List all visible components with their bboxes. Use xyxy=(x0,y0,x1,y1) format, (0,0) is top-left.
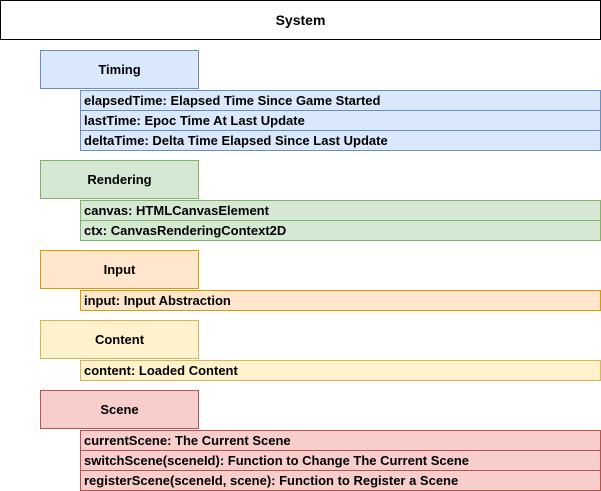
scene-field-register-scene: registerScene(sceneId, scene): Function … xyxy=(80,470,601,491)
content-header: Content xyxy=(40,320,199,359)
input-field-input: input: Input Abstraction xyxy=(80,290,601,311)
content-field-content: content: Loaded Content xyxy=(80,360,601,381)
timing-header: Timing xyxy=(40,50,199,89)
scene-field-current-scene: currentScene: The Current Scene xyxy=(80,430,601,451)
rendering-field-canvas: canvas: HTMLCanvasElement xyxy=(80,200,601,221)
rendering-field-ctx: ctx: CanvasRenderingContext2D xyxy=(80,220,601,241)
scene-header: Scene xyxy=(40,390,199,429)
system-title: System xyxy=(275,12,326,28)
rendering-header: Rendering xyxy=(40,160,199,199)
timing-field-last-time: lastTime: Epoc Time At Last Update xyxy=(80,110,601,131)
system-box: System xyxy=(0,0,601,40)
scene-field-switch-scene: switchScene(sceneId): Function to Change… xyxy=(80,450,601,471)
input-header: Input xyxy=(40,250,199,289)
timing-field-delta-time: deltaTime: Delta Time Elapsed Since Last… xyxy=(80,130,601,151)
timing-field-elapsed-time: elapsedTime: Elapsed Time Since Game Sta… xyxy=(80,90,601,111)
